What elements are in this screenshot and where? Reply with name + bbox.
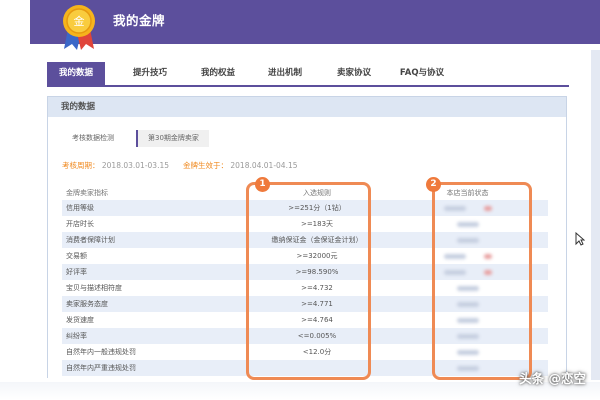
effective-label: 金牌生效于： [183, 161, 228, 170]
highlight-box-rules [246, 182, 371, 380]
metric-cell: 纠纷率 [62, 328, 247, 344]
watermark-text: 头条 @恋空 [519, 371, 586, 386]
metric-cell: 卖家服务态度 [62, 296, 247, 312]
metric-cell: 好评率 [62, 264, 247, 280]
tab-seller-agreement[interactable]: 卖家协议 [321, 62, 387, 85]
metric-cell: 信用等级 [62, 200, 247, 216]
period-label: 考核周期： [62, 161, 100, 170]
bottom-edge [0, 382, 600, 400]
gold-medal-icon: 金 [63, 5, 95, 50]
header-metric: 金牌卖家指标 [66, 189, 108, 197]
effective-value: 2018.04.01-04.15 [230, 161, 298, 170]
metric-cell: 自然年内严重违规处罚 [62, 360, 247, 376]
metric-cell: 交易额 [66, 252, 87, 260]
metric-cell: 消费者保障计划 [62, 232, 247, 248]
page-title: 我的金牌 [113, 13, 166, 28]
tab-improve-tips[interactable]: 提升技巧 [116, 62, 184, 85]
tab-entry-exit[interactable]: 进出机制 [252, 62, 318, 85]
tab-my-data[interactable]: 我的数据 [47, 62, 105, 85]
badge-2: 2 [426, 177, 441, 192]
assessment-period: 考核周期： 2018.03.01-03.15 [62, 160, 169, 171]
highlight-box-status [432, 182, 532, 380]
metric-cell: 宝贝与描述相符度 [66, 284, 122, 292]
main-tab-bar: 我的数据 提升技巧 我的权益 进出机制 卖家协议 FAQ与协议 [47, 62, 569, 87]
tab-my-rights[interactable]: 我的权益 [187, 62, 249, 85]
tab-faq[interactable]: FAQ与协议 [390, 62, 454, 85]
metric-cell: 开店时长 [66, 220, 94, 228]
metric-cell: 自然年内一般违规处罚 [66, 348, 136, 356]
badge-1: 1 [255, 177, 270, 192]
panel-title: 我的数据 [48, 97, 566, 117]
medal-glyph: 金 [74, 14, 85, 28]
metric-cell: 发货速度 [66, 316, 94, 324]
subtab-period-30[interactable]: 第30期金牌卖家 [136, 130, 209, 147]
effective-period: 金牌生效于： 2018.04.01-04.15 [183, 160, 298, 171]
mouse-cursor-icon [575, 232, 585, 246]
period-value: 2018.03.01-03.15 [101, 161, 170, 170]
subtab-assessment[interactable]: 考核数据检测 [62, 130, 124, 147]
scroll-edge[interactable] [591, 50, 600, 380]
